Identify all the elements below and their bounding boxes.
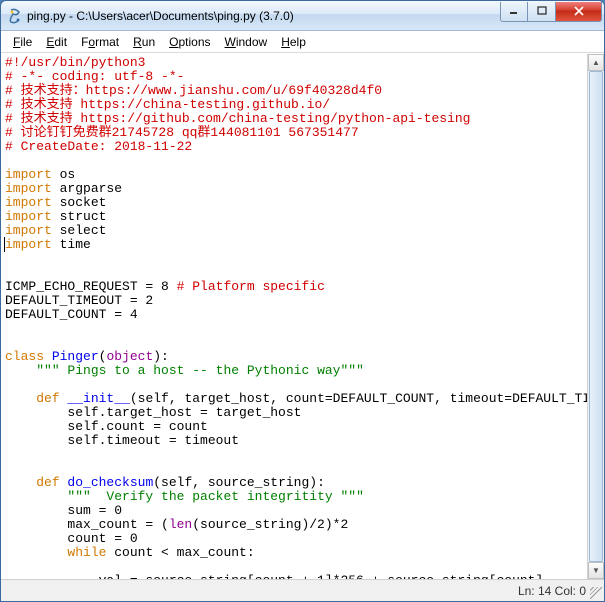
menu-options[interactable]: Options — [163, 33, 216, 51]
close-button[interactable] — [556, 2, 602, 22]
vertical-scrollbar[interactable]: ▲ ▼ — [587, 54, 604, 579]
titlebar[interactable]: ping.py - C:\Users\acer\Documents\ping.p… — [1, 1, 604, 31]
code-area[interactable]: #!/usr/bin/python3# -*- coding: utf-8 -*… — [1, 54, 604, 579]
cursor-position: Ln: 14 Col: 0 — [518, 584, 586, 598]
minimize-button[interactable] — [500, 2, 528, 22]
statusbar: Ln: 14 Col: 0 — [1, 579, 604, 601]
menu-edit[interactable]: Edit — [40, 33, 73, 51]
menu-format[interactable]: Format — [75, 33, 125, 51]
maximize-button[interactable] — [528, 2, 556, 22]
window-controls — [500, 2, 602, 22]
menubar: File Edit Format Run Options Window Help — [1, 31, 604, 53]
menu-help[interactable]: Help — [275, 33, 312, 51]
scroll-thumb[interactable] — [589, 71, 603, 562]
scroll-up-button[interactable]: ▲ — [588, 54, 604, 71]
window: ping.py - C:\Users\acer\Documents\ping.p… — [0, 0, 605, 602]
scroll-track[interactable] — [588, 71, 604, 562]
menu-run[interactable]: Run — [127, 33, 161, 51]
window-title: ping.py - C:\Users\acer\Documents\ping.p… — [27, 9, 500, 23]
editor[interactable]: #!/usr/bin/python3# -*- coding: utf-8 -*… — [1, 53, 604, 579]
menu-file[interactable]: File — [7, 33, 38, 51]
scroll-down-button[interactable]: ▼ — [588, 562, 604, 579]
menu-window[interactable]: Window — [219, 33, 274, 51]
resize-grip[interactable] — [590, 587, 602, 599]
app-icon — [7, 8, 23, 24]
